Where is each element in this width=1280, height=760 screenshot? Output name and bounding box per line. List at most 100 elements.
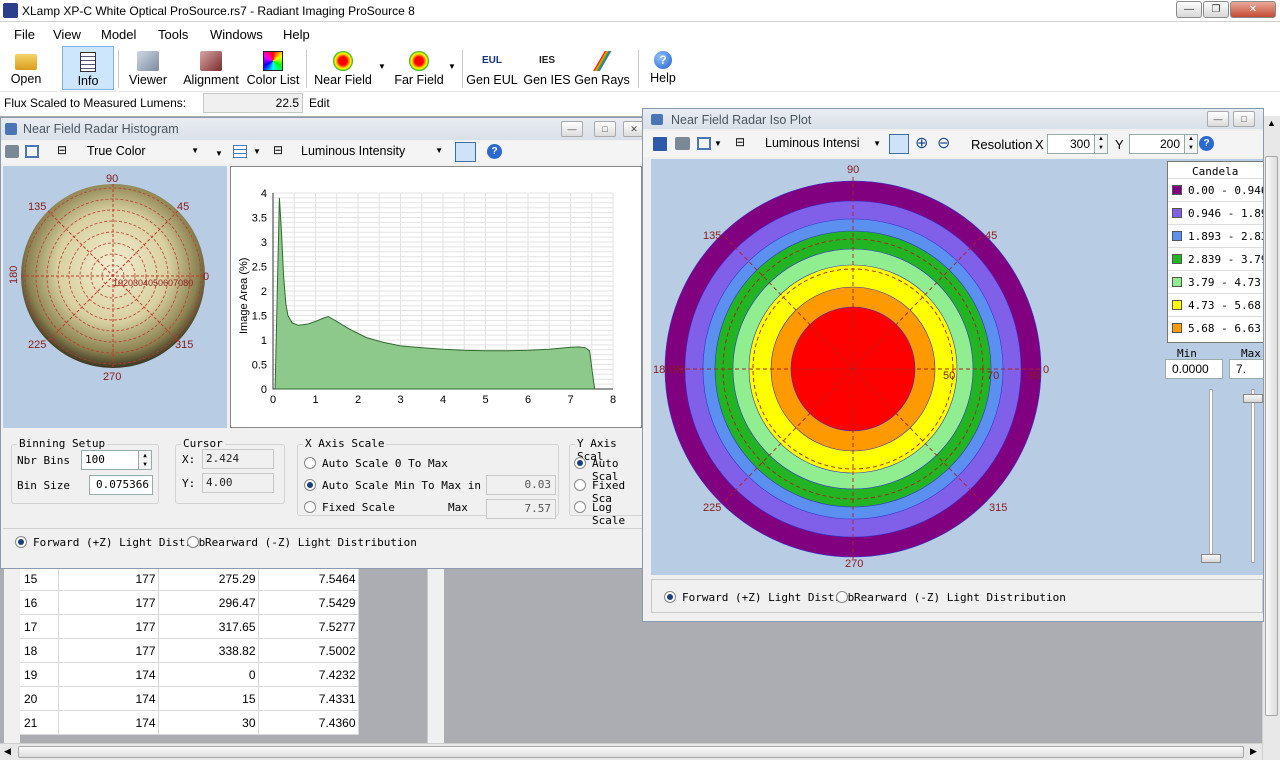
chevron-down-icon[interactable]: ▼ (215, 149, 223, 158)
menu-model[interactable]: Model (101, 27, 136, 42)
min-value-field[interactable]: 0.0000 (1165, 359, 1223, 379)
tree-icon[interactable]: ⊟ (273, 143, 283, 157)
far-field-dropdown-icon[interactable]: ▼ (448, 62, 456, 71)
tree-icon[interactable]: ⊟ (57, 143, 67, 157)
y-auto-scale-radio[interactable] (574, 457, 586, 469)
row-number-cell[interactable]: 21 (20, 710, 59, 735)
gen-rays-button[interactable]: Gen Rays (574, 46, 630, 90)
col-c-cell[interactable]: 7.5429 (257, 590, 359, 615)
row-number-cell[interactable]: 19 (20, 662, 59, 687)
col-b-cell[interactable]: 0 (157, 662, 259, 687)
table-row[interactable]: 20 174 15 7.4331 (20, 686, 359, 711)
col-c-cell[interactable]: 7.4331 (257, 686, 359, 711)
close-button[interactable]: ✕ (1230, 1, 1276, 18)
min-slider-thumb[interactable] (1201, 554, 1221, 563)
col-c-cell[interactable]: 7.4232 (257, 662, 359, 687)
info-button[interactable]: Info (62, 46, 114, 90)
resolution-x-input[interactable]: 300 (1047, 134, 1095, 154)
table-row[interactable]: 18 177 338.82 7.5002 (20, 638, 359, 663)
restore-button[interactable]: ❐ (1203, 1, 1229, 18)
menu-windows[interactable]: Windows (210, 27, 263, 42)
print-icon[interactable] (675, 137, 690, 150)
near-field-button[interactable]: Near Field (310, 46, 376, 90)
scroll-right-icon[interactable]: ▶ (1250, 746, 1257, 757)
gen-eul-button[interactable]: EUL Gen EUL (466, 46, 518, 90)
gen-ies-button[interactable]: IES Gen IES (522, 46, 572, 90)
col-a-cell[interactable]: 174 (57, 662, 159, 687)
vertical-scrollbar[interactable]: ▲ (1262, 116, 1280, 760)
resolution-x-stepper[interactable]: ▲ ▼ (1094, 134, 1108, 154)
table-row[interactable]: 15 177 275.29 7.5464 (20, 566, 359, 591)
bin-size-input[interactable]: 0.075366 (89, 475, 153, 495)
col-b-cell[interactable]: 275.29 (157, 566, 259, 591)
table-row[interactable]: 21 174 30 7.4360 (20, 710, 359, 735)
col-b-cell[interactable]: 296.47 (157, 590, 259, 615)
help-icon[interactable]: ? (487, 144, 502, 159)
iso-measure-select[interactable]: Luminous Intensi ▼ (761, 134, 885, 154)
zoom-out-icon[interactable]: ⊖ (937, 133, 950, 153)
far-field-button[interactable]: Far Field (390, 46, 448, 90)
iso-minimize-button[interactable]: — (1207, 111, 1229, 127)
menu-view[interactable]: View (53, 27, 81, 42)
menu-help[interactable]: Help (283, 27, 310, 42)
table-row[interactable]: 17 177 317.65 7.5277 (20, 614, 359, 639)
color-mode-select[interactable]: True Color ▼ (83, 143, 203, 161)
col-c-cell[interactable]: 7.4360 (257, 710, 359, 735)
y-fixed-scale-radio[interactable] (574, 479, 586, 491)
color-list-button[interactable]: Color List (244, 46, 302, 90)
col-b-cell[interactable]: 30 (157, 710, 259, 735)
row-number-cell[interactable]: 20 (20, 686, 59, 711)
resolution-y-stepper[interactable]: ▲ ▼ (1184, 134, 1198, 154)
max-slider-thumb[interactable] (1243, 394, 1263, 403)
y-log-scale-radio[interactable] (574, 501, 586, 513)
help-icon[interactable]: ? (1199, 136, 1214, 151)
table-row[interactable]: 19 174 0 7.4232 (20, 662, 359, 687)
menu-file[interactable]: File (14, 27, 35, 42)
col-b-cell[interactable]: 338.82 (157, 638, 259, 663)
resolution-y-input[interactable]: 200 (1129, 134, 1185, 154)
row-number-cell[interactable]: 15 (20, 566, 59, 591)
nbr-bins-stepper[interactable]: ▲ ▼ (138, 450, 152, 470)
col-c-cell[interactable]: 7.5277 (257, 614, 359, 639)
chevron-down-icon[interactable]: ▼ (253, 147, 261, 156)
chevron-down-icon[interactable]: ▼ (714, 139, 722, 148)
iso-forward-radio[interactable] (664, 591, 676, 603)
scroll-left-icon[interactable]: ◀ (4, 746, 11, 757)
iso-rearward-radio[interactable] (836, 591, 848, 603)
hist-maximize-button[interactable]: □ (594, 121, 616, 137)
iso-maximize-button[interactable]: □ (1233, 111, 1255, 127)
menu-tools[interactable]: Tools (158, 27, 188, 42)
table-scrollbar[interactable] (427, 566, 444, 744)
auto-scale-0-max-radio[interactable] (304, 457, 316, 469)
alignment-button[interactable]: Alignment (180, 46, 242, 90)
rearward-radio[interactable] (187, 536, 199, 548)
row-number-cell[interactable]: 16 (20, 590, 59, 615)
open-button[interactable]: Open (4, 46, 48, 90)
col-b-cell[interactable]: 317.65 (157, 614, 259, 639)
nbr-bins-input[interactable]: 100 (81, 450, 139, 470)
min-slider[interactable] (1201, 389, 1221, 563)
near-field-dropdown-icon[interactable]: ▼ (378, 62, 386, 71)
tree-icon[interactable]: ⊟ (735, 135, 745, 149)
copy-icon[interactable] (697, 137, 711, 150)
horizontal-scrollbar[interactable]: ◀ ▶ (0, 743, 1262, 760)
autoscale-icon[interactable] (455, 142, 476, 162)
minimize-button[interactable]: — (1176, 1, 1202, 18)
scroll-thumb-v[interactable] (1265, 156, 1278, 716)
table-row[interactable]: 16 177 296.47 7.5429 (20, 590, 359, 615)
table-icon[interactable] (233, 145, 247, 158)
scroll-thumb[interactable] (18, 746, 1244, 758)
col-a-cell[interactable]: 177 (57, 590, 159, 615)
auto-scale-min-max-radio[interactable] (304, 479, 316, 491)
col-a-cell[interactable]: 177 (57, 614, 159, 639)
row-number-cell[interactable]: 18 (20, 638, 59, 663)
col-c-cell[interactable]: 7.5464 (257, 566, 359, 591)
col-a-cell[interactable]: 177 (57, 638, 159, 663)
scroll-up-icon[interactable]: ▲ (1267, 118, 1276, 128)
zoom-in-icon[interactable]: ⊕ (915, 133, 928, 153)
fixed-scale-radio[interactable] (304, 501, 316, 513)
col-b-cell[interactable]: 15 (157, 686, 259, 711)
col-a-cell[interactable]: 174 (57, 686, 159, 711)
max-slider[interactable] (1243, 389, 1263, 563)
viewer-button[interactable]: Viewer (124, 46, 172, 90)
